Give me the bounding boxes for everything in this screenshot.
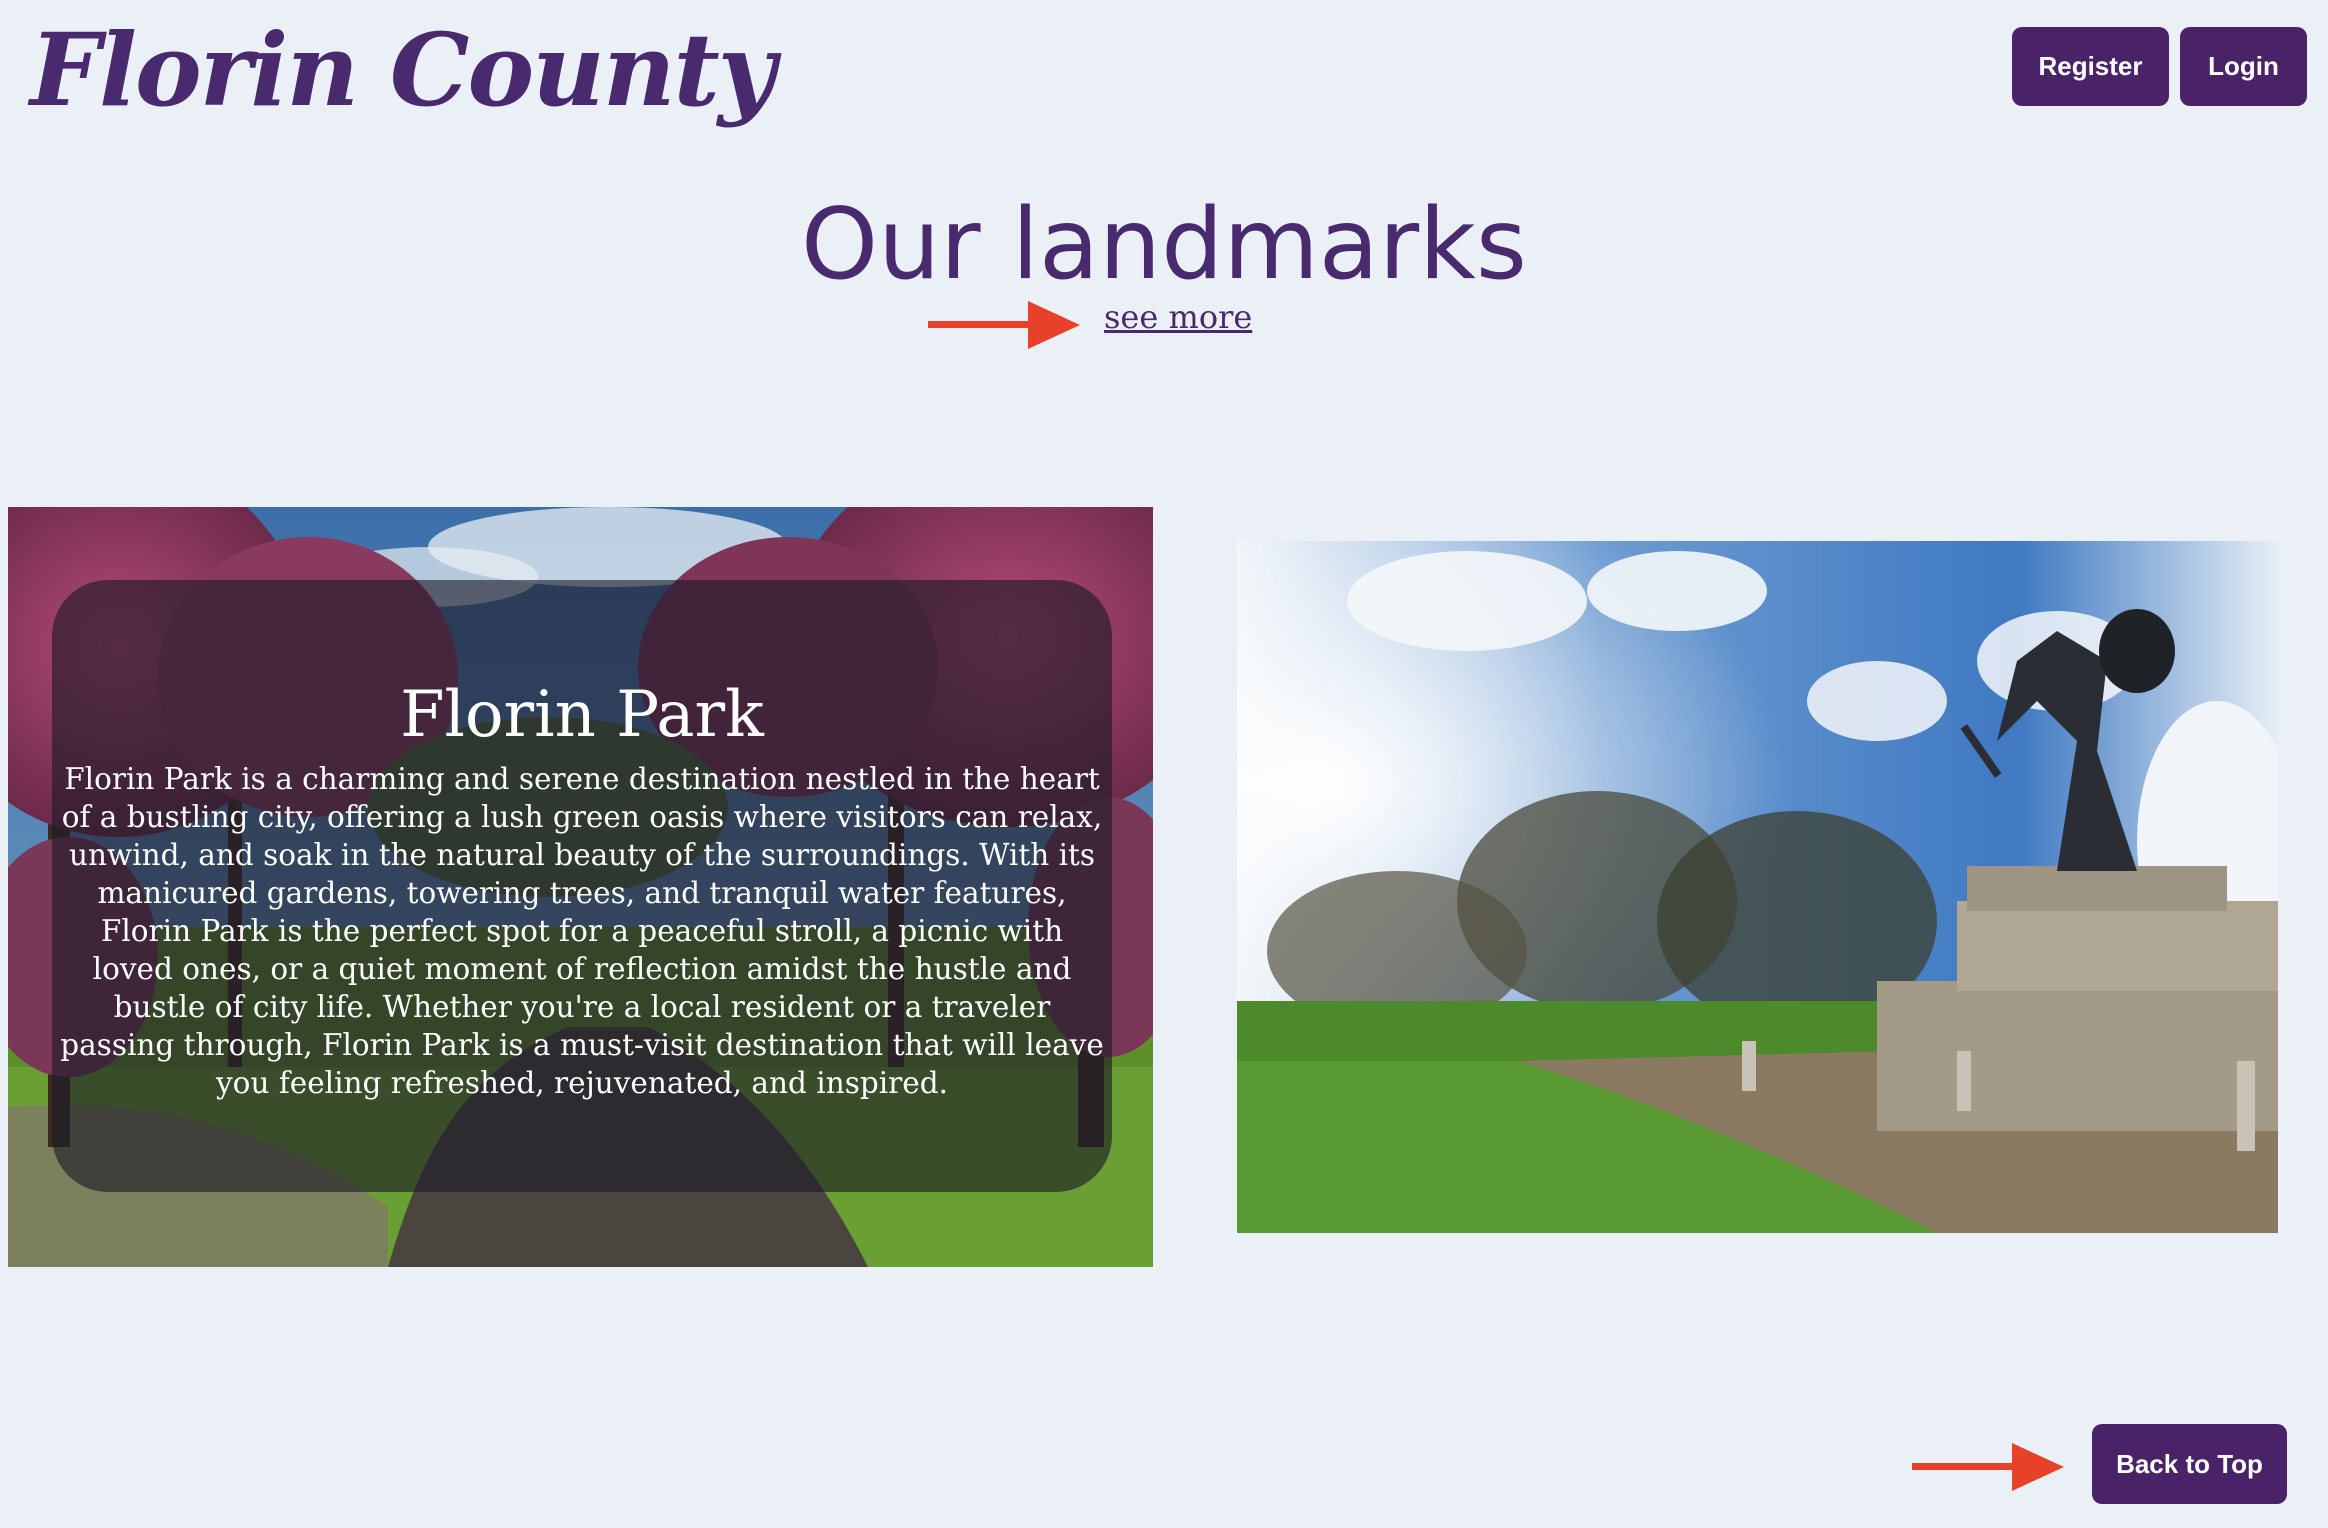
see-more-link[interactable]: see more	[1104, 298, 1252, 336]
register-button[interactable]: Register	[2012, 27, 2169, 106]
florin-park-card[interactable]: Florin Park Florin Park is a charming an…	[8, 507, 1153, 1267]
park-title: Florin Park	[400, 678, 764, 752]
annotation-arrow-icon	[1912, 1443, 2064, 1491]
landmarks-heading: Our landmarks	[801, 188, 1527, 302]
statue-image	[1237, 541, 2278, 1233]
site-logo[interactable]: Florin County	[30, 8, 776, 132]
back-to-top-button[interactable]: Back to Top	[2092, 1424, 2287, 1504]
park-description: Florin Park is a charming and serene des…	[60, 762, 1104, 1100]
login-button[interactable]: Login	[2180, 27, 2307, 106]
statue-card[interactable]	[1237, 541, 2278, 1233]
park-description-overlay: Florin Park Florin Park is a charming an…	[52, 580, 1112, 1192]
annotation-arrow-icon	[928, 301, 1080, 349]
